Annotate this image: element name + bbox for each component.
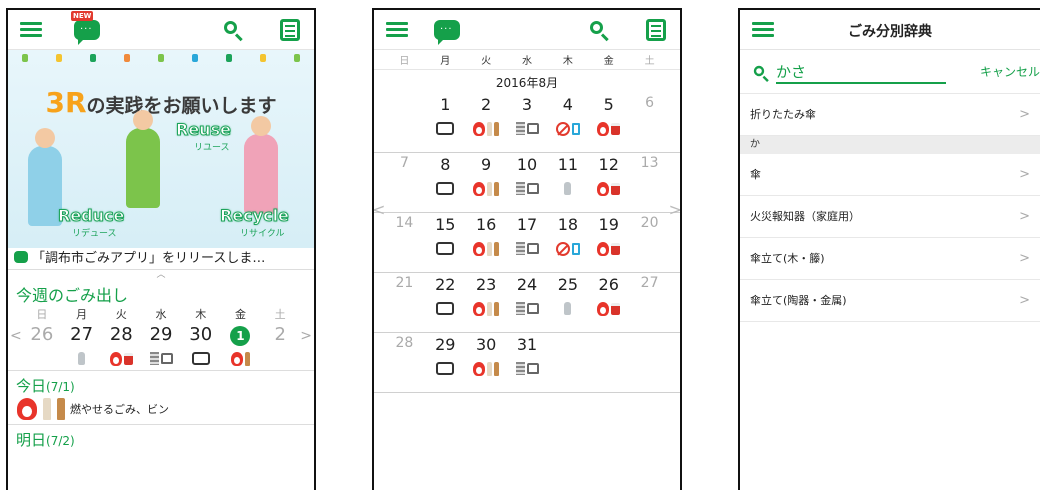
calendar-week[interactable]: 28 29 30 31 (374, 333, 680, 393)
reuse-label: Reuse (176, 120, 232, 140)
dictionary-list-icon[interactable] (280, 19, 300, 41)
dictionary-item[interactable]: 傘立て(木・籐) > (740, 238, 1040, 280)
menu-icon[interactable] (386, 19, 408, 41)
recycle-label: Recycle (220, 206, 290, 226)
chevron-right-icon: > (1019, 293, 1030, 308)
calendar-week[interactable]: 14 15 16 17 18 19 20 (374, 213, 680, 273)
calendar-week[interactable]: 21 22 23 24 25 26 27 (374, 273, 680, 333)
recycle-jp-label: リサイクル (240, 229, 285, 239)
next-week-button[interactable]: > (300, 328, 312, 344)
today-desc: 燃やせるごみ、ビン (16, 398, 306, 420)
week-dates: < 26 27 28 29 30 1 2 > (10, 324, 312, 346)
calendar-week[interactable]: 7 8 9 10 11 12 13 (374, 153, 680, 213)
can-icon (123, 352, 133, 365)
chat-icon (14, 251, 28, 263)
news-item[interactable]: 「調布市ごみアプリ」をリリースしま… (8, 248, 314, 270)
dictionary-item[interactable]: 傘立て(陶器・金属) > (740, 280, 1040, 322)
prev-month-button[interactable]: < (374, 200, 385, 219)
collapse-chevron-up-icon[interactable]: ︿ (8, 270, 314, 280)
prev-week-button[interactable]: < (10, 328, 22, 344)
chevron-right-icon: > (1019, 209, 1030, 224)
top-bar: ··· NEW (8, 10, 314, 50)
reduce-label: Reduce (57, 206, 125, 226)
banner-title: 3Rの実践をお願いします (45, 86, 277, 119)
menu-icon[interactable] (20, 19, 42, 41)
dictionary-item[interactable]: 火災報知器（家庭用） > (740, 196, 1040, 238)
calendar-month-title: 2016年8月 (495, 76, 559, 90)
resource-icon (191, 352, 210, 365)
tomorrow-section[interactable]: 明日(7/2) (8, 424, 314, 454)
top-bar: ··· (374, 10, 680, 50)
search-icon[interactable] (588, 19, 610, 42)
clothes-icon (160, 353, 173, 364)
reduce-jp-label: リデュース (72, 229, 117, 239)
bunting-decoration (8, 54, 314, 68)
dictionary-item[interactable]: 折りたたみ傘 > (740, 94, 1040, 136)
home-screen: ··· NEW 3Rの実践をお願いします Reuse リユース Reduce リ… (6, 8, 316, 490)
chevron-right-icon: > (1019, 167, 1030, 182)
week-garbage-icons (8, 346, 314, 370)
cancel-button[interactable]: キャンセル (980, 63, 1040, 80)
person-illustration (126, 110, 160, 208)
pet-bottle-icon (78, 352, 86, 365)
today-title: 今日(7/1) (16, 377, 75, 395)
tomorrow-title: 明日(7/2) (16, 431, 75, 449)
new-badge: NEW (71, 11, 94, 21)
calendar-weekday-header: 日月火水木金土 (374, 50, 680, 70)
burnable-icon (109, 351, 122, 366)
search-bar: キャンセル (740, 50, 1040, 94)
bottle-large-icon (43, 398, 51, 420)
today-section[interactable]: 今日(7/1) 燃やせるごみ、ビン (8, 370, 314, 424)
dictionary-list-icon[interactable] (646, 19, 666, 41)
dictionary-screen: ごみ分別辞典 キャンセル 折りたたみ傘> か 傘> 火災報知器（家庭用）> 傘立… (738, 8, 1040, 490)
person-illustration (244, 116, 278, 214)
calendar-screen: ··· 日月火水木金土 2016年8月 123456 7 8 9 10 11 12 13 1… (372, 8, 682, 490)
week-title: 今週のごみ出し (16, 286, 129, 305)
search-icon (752, 64, 770, 82)
week-header: 日月火水木金土 (36, 308, 286, 321)
3r-banner[interactable]: 3Rの実践をお願いします Reuse リユース Reduce リデュース Rec… (8, 50, 314, 248)
search-icon[interactable] (222, 19, 244, 42)
today-marker[interactable]: 1 (230, 326, 251, 346)
bottle-icon (244, 351, 250, 366)
bottle-large-icon (57, 398, 65, 420)
chevron-right-icon: > (1019, 107, 1030, 122)
notice-chat-icon[interactable]: ··· (434, 20, 460, 45)
section-header: か (740, 136, 1040, 154)
page-title: ごみ分別辞典 (848, 24, 932, 40)
no-collection-icon (555, 121, 570, 136)
search-input[interactable] (776, 60, 946, 84)
calendar-week[interactable]: 123456 (374, 93, 680, 153)
battery-icon (571, 122, 580, 135)
burnable-large-icon (17, 398, 37, 420)
reuse-jp-label: リユース (194, 143, 230, 153)
notice-chat-icon[interactable]: ··· (74, 20, 100, 45)
person-illustration (28, 128, 62, 226)
top-bar: ごみ分別辞典 (740, 10, 1040, 50)
chevron-right-icon: > (1019, 251, 1030, 266)
next-month-button[interactable]: > (669, 200, 680, 219)
dictionary-item[interactable]: 傘 > (740, 154, 1040, 196)
burnable-icon (230, 351, 243, 366)
paper-icon (149, 352, 159, 365)
